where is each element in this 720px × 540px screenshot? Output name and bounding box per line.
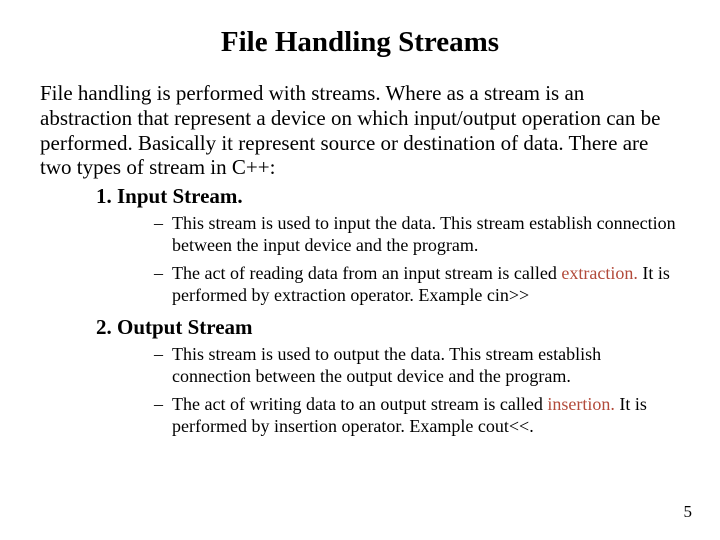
output-stream-bullet-2: The act of writing data to an output str…	[154, 394, 680, 438]
output-stream-heading: 2. Output Stream	[96, 315, 680, 340]
slide: File Handling Streams File handling is p…	[0, 0, 720, 540]
text-segment: The act of reading data from an input st…	[172, 263, 561, 283]
input-stream-bullet-1: This stream is used to input the data. T…	[154, 213, 680, 257]
output-stream-bullets: This stream is used to output the data. …	[96, 344, 680, 438]
numbered-list: 1. Input Stream. This stream is used to …	[40, 184, 680, 438]
text-segment: The act of writing data to an output str…	[172, 394, 547, 414]
output-stream-bullet-1: This stream is used to output the data. …	[154, 344, 680, 388]
input-stream-heading: 1. Input Stream.	[96, 184, 680, 209]
intro-paragraph: File handling is performed with streams.…	[40, 81, 680, 180]
input-stream-bullet-2: The act of reading data from an input st…	[154, 263, 680, 307]
slide-title: File Handling Streams	[40, 26, 680, 59]
page-number: 5	[684, 502, 693, 522]
highlight-insertion: insertion.	[547, 394, 615, 414]
highlight-extraction: extraction.	[561, 263, 637, 283]
input-stream-bullets: This stream is used to input the data. T…	[96, 213, 680, 307]
